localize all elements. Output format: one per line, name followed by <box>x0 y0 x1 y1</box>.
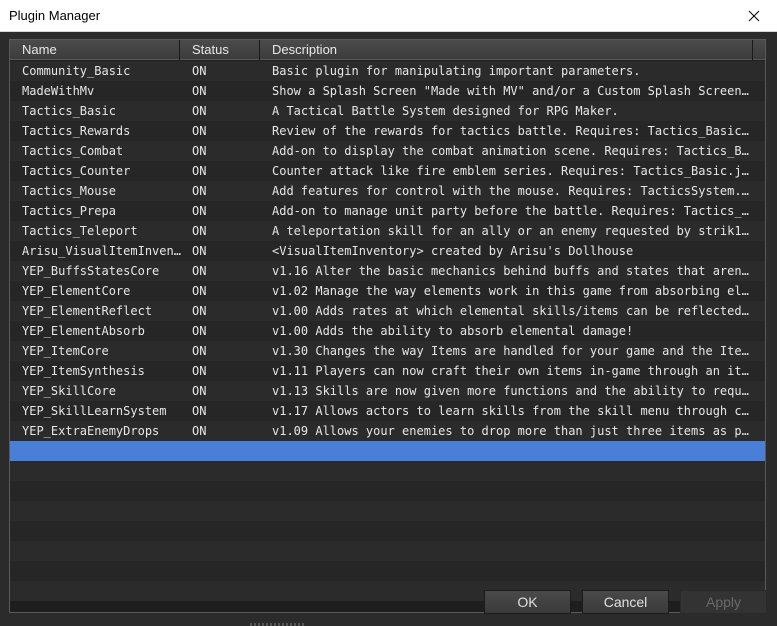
cell-status: ON <box>192 164 207 178</box>
table-row[interactable]: Tactics_Combat ON Add-on to display the co… <box>10 141 765 161</box>
cell-status: ON <box>192 64 207 78</box>
cell-name: YEP_ElementAbsorb <box>22 324 145 338</box>
cell-status: ON <box>192 264 207 278</box>
empty-row[interactable] <box>10 501 765 521</box>
cell-name: Tactics_Prepa <box>22 204 116 218</box>
empty-row[interactable] <box>10 461 765 481</box>
cell-status: ON <box>192 324 207 338</box>
cell-name: YEP_SkillLearnSystem <box>22 404 167 418</box>
cell-name: Tactics_Counter <box>22 164 131 178</box>
title-bar: Plugin Manager <box>0 0 777 32</box>
table-row[interactable]: YEP_ElementAbsorb ON v1.00 Adds the abilit… <box>10 321 765 341</box>
close-icon <box>748 10 760 21</box>
cell-status: ON <box>192 384 207 398</box>
cell-name: Tactics_Combat <box>22 144 124 158</box>
cell-description: Add features for control with the mouse.… <box>272 184 750 198</box>
ok-button[interactable]: OK <box>484 590 571 614</box>
cell-status: ON <box>192 104 207 118</box>
cell-status: ON <box>192 304 207 318</box>
table-row[interactable]: YEP_BuffsStatesCore ON v1.16 Alter the bas… <box>10 261 765 281</box>
cell-name: YEP_BuffsStatesCore <box>22 264 160 278</box>
cell-name: Tactics_Rewards <box>22 124 131 138</box>
table-row[interactable]: Arisu_VisualItemInven… ON <VisualItemInven… <box>10 241 765 261</box>
selected-empty-row[interactable] <box>10 441 765 461</box>
cell-name: YEP_ElementReflect <box>22 304 153 318</box>
cell-name: YEP_SkillCore <box>22 384 116 398</box>
cell-description: Add-on to display the combat animation s… <box>272 144 750 158</box>
cell-status: ON <box>192 144 207 158</box>
cell-status: ON <box>192 404 207 418</box>
empty-row[interactable] <box>10 521 765 541</box>
cell-description: A Tactical Battle System designed for RP… <box>272 104 619 118</box>
cell-description: v1.13 Skills are now given more function… <box>272 384 750 398</box>
cell-name: Tactics_Basic <box>22 104 116 118</box>
empty-row[interactable] <box>10 481 765 501</box>
table-row[interactable]: Community_Basic ON Basic plugin for manipu… <box>10 61 765 81</box>
table-row[interactable]: YEP_ElementCore ON v1.02 Manage the way el… <box>10 281 765 301</box>
cell-description: v1.09 Allows your enemies to drop more t… <box>272 424 750 438</box>
table-row[interactable]: Tactics_Basic ON A Tactical Battle System … <box>10 101 765 121</box>
cell-description: Basic plugin for manipulating important … <box>272 64 641 78</box>
cell-description: v1.00 Adds rates at which elemental skil… <box>272 304 750 318</box>
cell-name: Arisu_VisualItemInven… <box>22 244 181 258</box>
table-row[interactable]: YEP_SkillLearnSystem ON v1.17 Allows actor… <box>10 401 765 421</box>
cell-name: Tactics_Mouse <box>22 184 116 198</box>
column-header-name[interactable]: Name <box>10 40 180 60</box>
table-row[interactable]: YEP_ElementReflect ON v1.00 Adds rates at … <box>10 301 765 321</box>
column-header-filler <box>753 40 765 60</box>
table-row[interactable]: MadeWithMv ON Show a Splash Screen "Made w… <box>10 81 765 101</box>
table-row[interactable]: Tactics_Mouse ON Add features for control … <box>10 181 765 201</box>
cell-status: ON <box>192 284 207 298</box>
cell-name: Tactics_Teleport <box>22 224 138 238</box>
cancel-button[interactable]: Cancel <box>582 590 669 614</box>
cell-description: v1.02 Manage the way elements work in th… <box>272 284 750 298</box>
cell-status: ON <box>192 184 207 198</box>
cell-description: A teleportation skill for an ally or an … <box>272 224 750 238</box>
cell-description: v1.16 Alter the basic mechanics behind b… <box>272 264 750 278</box>
table-row[interactable]: Tactics_Prepa ON Add-on to manage unit par… <box>10 201 765 221</box>
cell-name: YEP_ItemSynthesis <box>22 364 145 378</box>
table-row[interactable]: Tactics_Counter ON Counter attack like fir… <box>10 161 765 181</box>
cell-status: ON <box>192 364 207 378</box>
cell-name: YEP_ItemCore <box>22 344 109 358</box>
table-row[interactable]: Tactics_Rewards ON Review of the rewards f… <box>10 121 765 141</box>
table-row[interactable]: YEP_SkillCore ON v1.13 Skills are now give… <box>10 381 765 401</box>
cell-status: ON <box>192 244 207 258</box>
cell-status: ON <box>192 344 207 358</box>
table-header: Name Status Description <box>10 40 765 60</box>
apply-button[interactable]: Apply <box>680 590 767 614</box>
cell-name: YEP_ExtraEnemyDrops <box>22 424 160 438</box>
table-row[interactable]: YEP_ItemSynthesis ON v1.11 Players can now… <box>10 361 765 381</box>
cell-description: <VisualItemInventory> created by Arisu's… <box>272 244 634 258</box>
empty-row[interactable] <box>10 541 765 561</box>
cell-description: v1.17 Allows actors to learn skills from… <box>272 404 750 418</box>
cell-description: v1.30 Changes the way Items are handled … <box>272 344 750 358</box>
table-body: Community_Basic ON Basic plugin for manipu… <box>10 61 765 601</box>
cell-status: ON <box>192 124 207 138</box>
cell-name: YEP_ElementCore <box>22 284 131 298</box>
table-row[interactable]: YEP_ExtraEnemyDrops ON v1.09 Allows your e… <box>10 421 765 441</box>
cell-description: Counter attack like fire emblem series. … <box>272 164 750 178</box>
table-row[interactable]: YEP_ItemCore ON v1.30 Changes the way Item… <box>10 341 765 361</box>
cell-status: ON <box>192 424 207 438</box>
column-header-status[interactable]: Status <box>180 40 260 60</box>
cell-description: v1.11 Players can now craft their own it… <box>272 364 750 378</box>
column-header-description[interactable]: Description <box>260 40 753 60</box>
cell-description: Add-on to manage unit party before the b… <box>272 204 750 218</box>
window-body: Name Status Description Community_Basic O… <box>0 32 777 626</box>
cell-name: MadeWithMv <box>22 84 95 98</box>
cell-status: ON <box>192 204 207 218</box>
cell-description: Show a Splash Screen "Made with MV" and/… <box>272 84 750 98</box>
plugin-list[interactable]: Name Status Description Community_Basic O… <box>9 39 766 613</box>
close-button[interactable] <box>731 0 777 31</box>
cell-name: Community_Basic <box>22 64 131 78</box>
cell-description: v1.00 Adds the ability to absorb element… <box>272 324 634 338</box>
cell-status: ON <box>192 224 207 238</box>
empty-row[interactable] <box>10 561 765 581</box>
cell-status: ON <box>192 84 207 98</box>
window-title: Plugin Manager <box>9 8 101 23</box>
cell-description: Review of the rewards for tactics battle… <box>272 124 750 138</box>
table-row[interactable]: Tactics_Teleport ON A teleportation skill … <box>10 221 765 241</box>
